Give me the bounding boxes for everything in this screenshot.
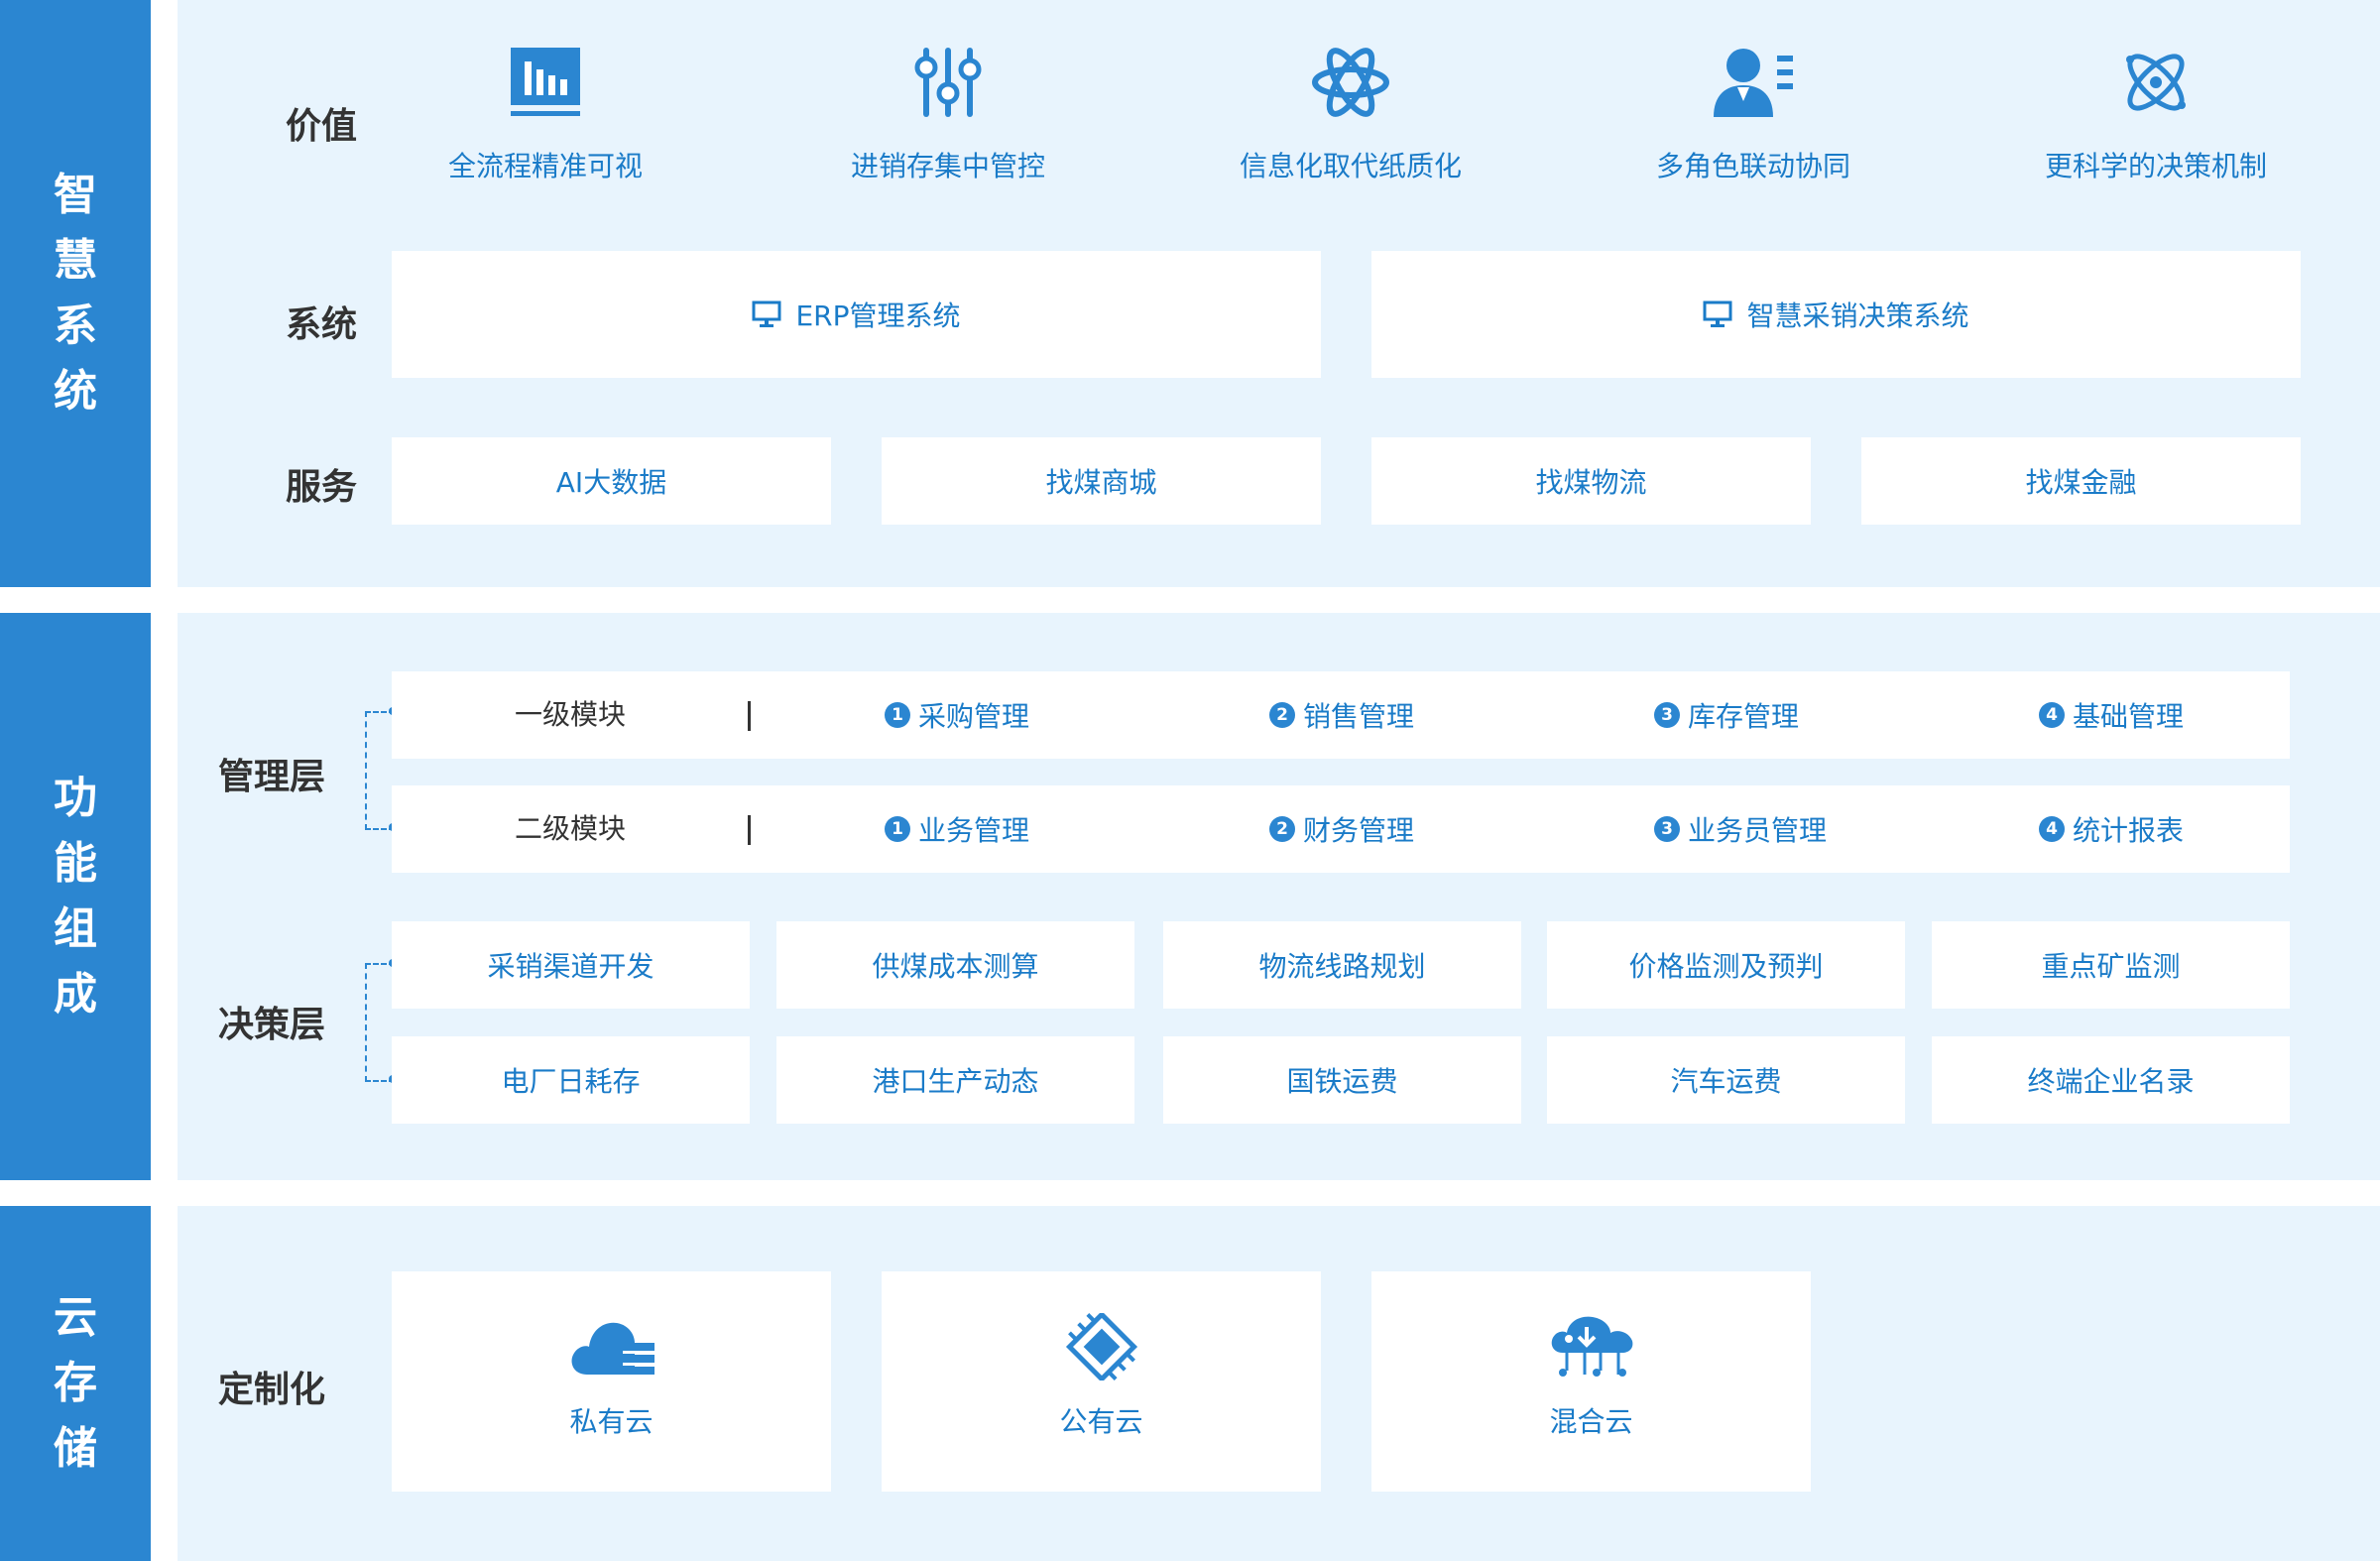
cloud-private[interactable]: 私有云 [392,1271,831,1492]
number-badge: 1 [885,702,910,728]
hybrid-cloud-icon [1551,1316,1632,1377]
section-cloud-storage: 云存储 [0,1206,151,1561]
system-smart-procurement-label: 智慧采销决策系统 [1746,300,1969,332]
section-smart-system: 智慧系统 [0,0,151,587]
section-title-smart-system: 智慧系统 [54,170,97,417]
cloud-hybrid[interactable]: 混合云 [1371,1271,1811,1492]
module-label: 财务管理 [1303,814,1415,847]
value-label-digital: 信息化取代纸质化 [1239,150,1462,182]
system-erp[interactable]: ERP管理系统 [392,251,1321,378]
value-label-visibility: 全流程精准可视 [447,150,643,182]
section-function-composition: 功能组成 [0,613,151,1180]
module-finance[interactable]: 2 财务管理 [1269,785,1414,873]
module-separator [748,701,751,731]
section-title-function-composition: 功能组成 [54,773,97,1020]
decision-price-monitor[interactable]: 价格监测及预判 [1547,921,1905,1009]
value-item-digital: 信息化取代纸质化 [1152,46,1549,184]
number-badge: 4 [2039,702,2065,728]
section-title-cloud-storage: 云存储 [54,1292,97,1474]
module-reports[interactable]: 4 统计报表 [2039,785,2184,873]
module-sales[interactable]: 2 销售管理 [1269,671,1414,759]
value-item-collab: 多角色联动协同 [1555,46,1952,184]
module-row-level1: 一级模块 1 采购管理 2 销售管理 3 库存管理 4 基础管理 [392,671,2290,759]
decision-layer-label: 决策层 [217,1005,325,1045]
monitor-icon [752,300,781,327]
cloud-hybrid-label: 混合云 [1549,1405,1633,1438]
atom-icon [2126,54,2186,111]
number-badge: 4 [2039,816,2065,842]
orbit-icon [1312,48,1389,117]
module-inventory[interactable]: 3 库存管理 [1654,671,1799,759]
module-level1-title: 一级模块 [514,698,626,731]
number-badge: 2 [1269,816,1295,842]
number-badge: 1 [885,816,910,842]
decision-channel-dev[interactable]: 采销渠道开发 [392,921,750,1009]
service-coal-finance[interactable]: 找煤金融 [1861,437,2301,525]
module-label: 业务管理 [918,814,1030,847]
module-business[interactable]: 1 业务管理 [885,785,1029,873]
private-cloud-icon [571,1322,654,1375]
decision-plant-consumption[interactable]: 电厂日耗存 [392,1036,750,1124]
value-label-decision: 更科学的决策机制 [2044,150,2267,182]
module-procurement[interactable]: 1 采购管理 [885,671,1029,759]
module-label: 库存管理 [1688,700,1800,733]
management-bracket [365,711,395,830]
cloud-private-label: 私有云 [569,1405,654,1438]
management-layer-label: 管理层 [217,757,325,797]
decision-mine-monitor[interactable]: 重点矿监测 [1932,921,2290,1009]
module-row-level2: 二级模块 1 业务管理 2 财务管理 3 业务员管理 4 统计报表 [392,785,2290,873]
module-level2-title: 二级模块 [514,812,626,845]
cloud-public[interactable]: 公有云 [882,1271,1321,1492]
value-label-control: 进销存集中管控 [850,150,1045,182]
module-label: 采购管理 [918,700,1030,733]
decision-rail-freight[interactable]: 国铁运费 [1163,1036,1521,1124]
number-badge: 2 [1269,702,1295,728]
module-salesperson[interactable]: 3 业务员管理 [1654,785,1827,873]
system-smart-procurement[interactable]: 智慧采销决策系统 [1371,251,2301,378]
service-coal-logistics[interactable]: 找煤物流 [1371,437,1811,525]
decision-cost-calc[interactable]: 供煤成本测算 [776,921,1134,1009]
value-item-control: 进销存集中管控 [750,46,1146,184]
sliders-icon [914,48,982,117]
value-label-collab: 多角色联动协同 [1655,150,1850,182]
decision-route-planning[interactable]: 物流线路规划 [1163,921,1521,1009]
decision-truck-freight[interactable]: 汽车运费 [1547,1036,1905,1124]
module-label: 基础管理 [2073,700,2185,733]
user-list-icon [1714,49,1793,117]
monitor-icon [1703,300,1732,327]
module-separator [748,815,751,845]
decision-enterprise-directory[interactable]: 终端企业名录 [1932,1036,2290,1124]
decision-port-dynamics[interactable]: 港口生产动态 [776,1036,1134,1124]
cloud-public-label: 公有云 [1059,1405,1143,1438]
module-label: 业务员管理 [1688,814,1828,847]
value-item-visibility: 全流程精准可视 [347,46,744,184]
service-coal-mall[interactable]: 找煤商城 [882,437,1321,525]
decision-bracket [365,963,395,1082]
module-label: 销售管理 [1303,700,1415,733]
chip-icon [1065,1313,1137,1381]
module-basic[interactable]: 4 基础管理 [2039,671,2184,759]
number-badge: 3 [1654,816,1680,842]
module-label: 统计报表 [2073,814,2185,847]
service-ai-bigdata[interactable]: AI大数据 [392,437,831,525]
number-badge: 3 [1654,702,1680,728]
value-item-decision: 更科学的决策机制 [1958,46,2354,184]
system-erp-label: ERP管理系统 [795,300,961,332]
bar-chart-icon [511,48,580,116]
customization-label: 定制化 [217,1370,325,1410]
